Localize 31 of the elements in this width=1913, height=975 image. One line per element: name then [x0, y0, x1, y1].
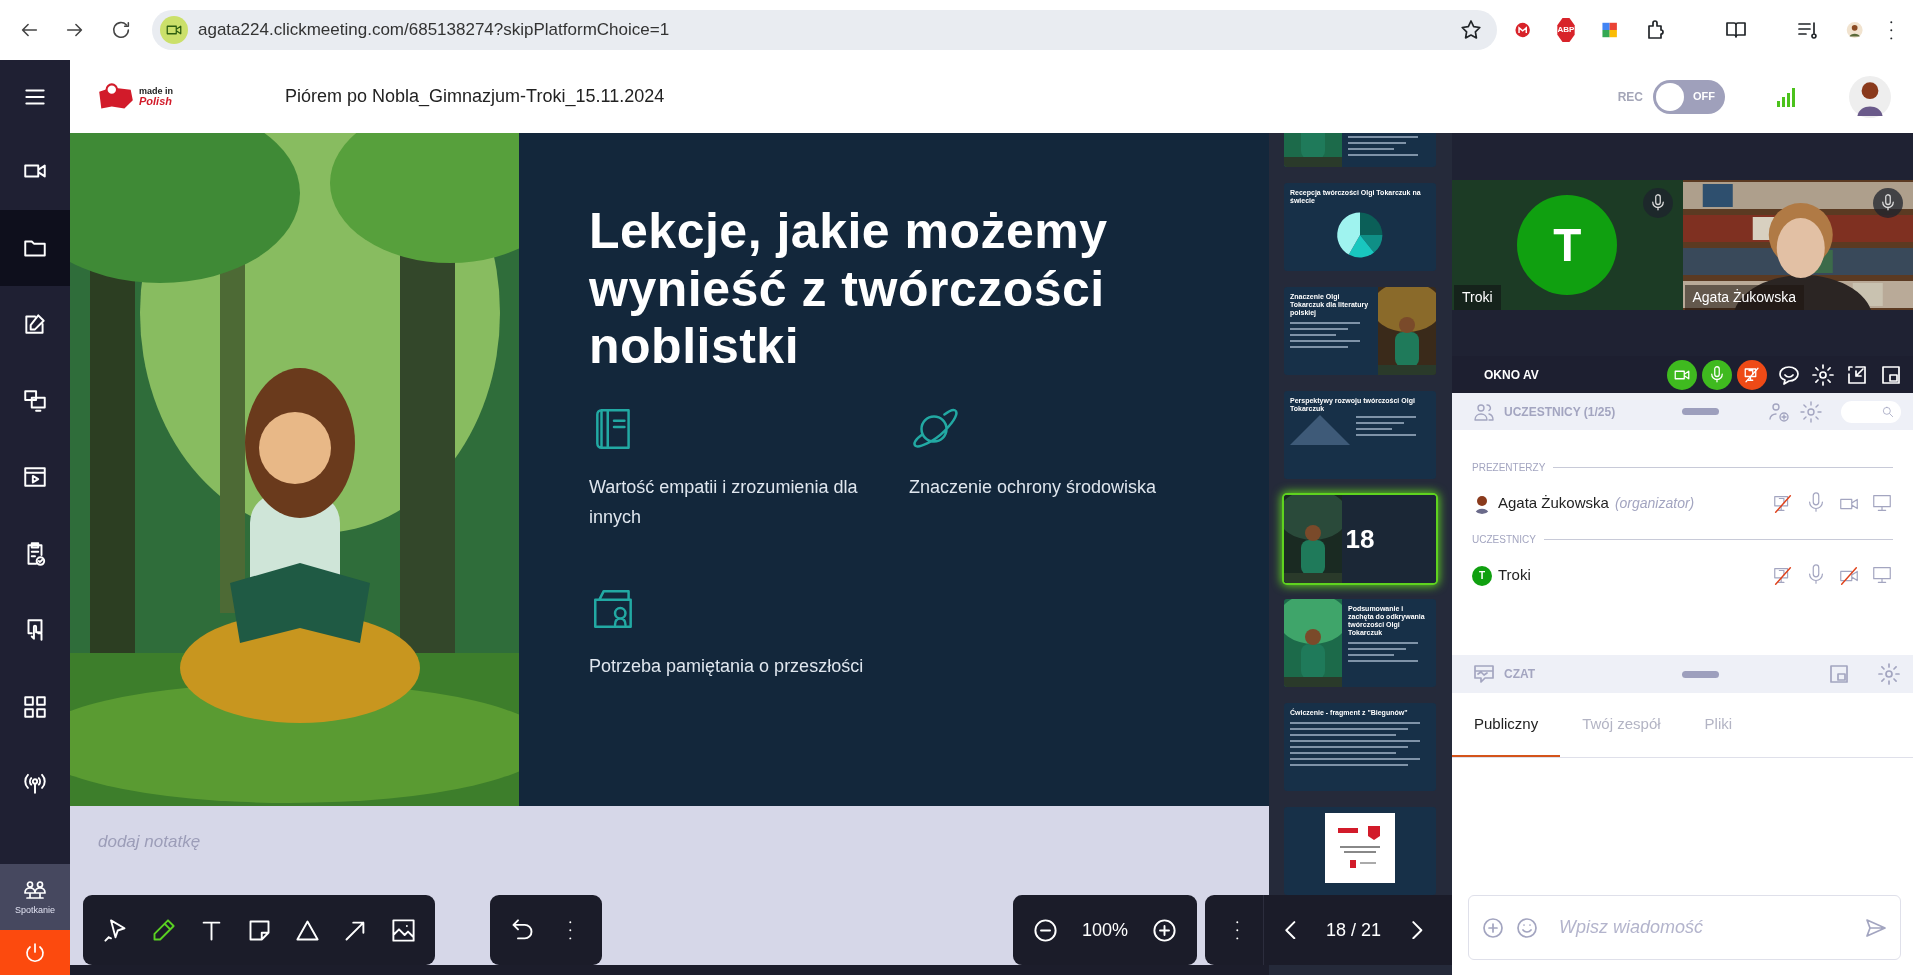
zoom-level: 100% — [1080, 918, 1129, 942]
slide-title: Lekcje, jakie możemy wynieść z twórczości noblistki — [589, 203, 1109, 376]
slide-thumbnail[interactable]: 18 — [1284, 495, 1436, 583]
url-text: agata224.clickmeeting.com/685138274?skipPlatformChoice=1 — [198, 19, 671, 42]
logo-text: Polish — [139, 95, 173, 107]
address-bar[interactable]: agata224.clickmeeting.com/685138274?skipPlatformChoice=1 — [152, 10, 1497, 50]
rec-label: REC — [1617, 88, 1643, 106]
panel-title: OKNO AV — [1484, 366, 1540, 384]
participant-avatar: T — [1472, 565, 1492, 586]
panel-title: UCZESTNICY (1/25) — [1504, 403, 1617, 421]
meeting-button[interactable]: Spotkanie — [0, 864, 70, 931]
group-label: UCZESTNICY — [1472, 533, 1536, 547]
page-counter: 18 / 21 — [1325, 918, 1383, 942]
meeting-title: Piórem po Nobla_Gimnazjum-Troki_15.11.2024 — [285, 85, 666, 109]
participant-avatar: T — [1517, 195, 1618, 295]
slide-point: Potrzeba pamiętania o przeszłości — [589, 654, 865, 678]
participant-name: Troki — [1498, 565, 1531, 586]
participant-name: Troki — [1454, 285, 1501, 310]
message-box[interactable]: Wpisz wiadomość — [1468, 895, 1901, 960]
panel-title: CZAT — [1504, 666, 1537, 683]
chat-tab[interactable]: Publiczny — [1452, 693, 1561, 757]
participant-name: Agata Żukowska — [1498, 493, 1609, 514]
slide-number: 18 — [1345, 522, 1375, 556]
slide-point: Wartość empatii i zrozumienia dla innych — [589, 475, 859, 530]
logo-text: made in — [139, 86, 173, 96]
note-field[interactable]: dodaj notatkę — [96, 828, 496, 856]
participant-role: (organizator) — [1614, 494, 1695, 513]
participant-name: Agata Żukowska — [1684, 285, 1804, 310]
group-label: PREZENTERZY — [1472, 461, 1546, 475]
slide-point: Znaczenie ochrony środowiska — [909, 475, 1158, 499]
adblock-icon[interactable]: ABP — [1557, 18, 1575, 42]
